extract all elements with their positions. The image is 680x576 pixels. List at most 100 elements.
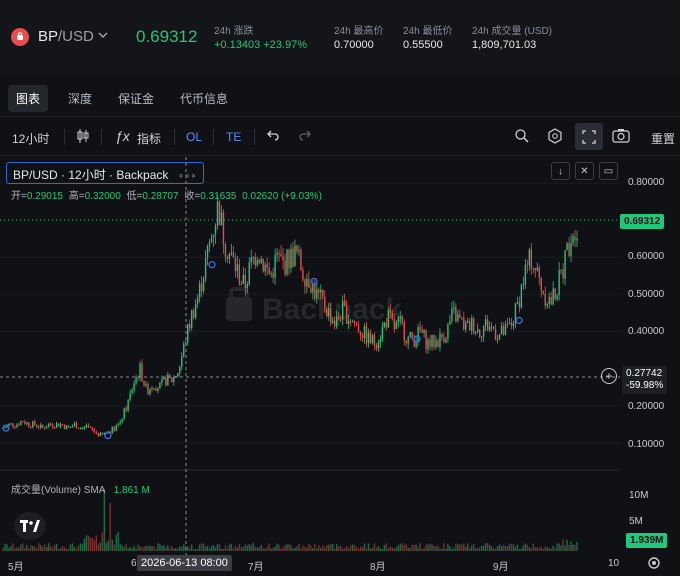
fullscreen-icon[interactable] (575, 123, 603, 150)
volume-bar (385, 543, 388, 551)
volume-bar (129, 546, 131, 551)
candle-body (111, 426, 113, 434)
volume-bar (206, 545, 209, 551)
candle-body (560, 269, 562, 271)
candle-body (24, 421, 26, 424)
volume-bar (544, 546, 546, 551)
candle-body (276, 253, 278, 256)
candle-body (216, 201, 219, 226)
volume-bar (387, 548, 390, 551)
volume-bar (274, 546, 276, 551)
maximize-pane-icon[interactable]: ▭ (599, 162, 618, 180)
candle-body (314, 283, 316, 299)
candle-body (477, 329, 479, 332)
chart-legend-title[interactable]: BP/USD · 12小时 · Backpack ∘∘∘ (6, 162, 204, 184)
candle-body (445, 338, 447, 343)
interval-selector[interactable]: 12小时 (12, 130, 49, 147)
volume-bar (415, 544, 417, 551)
scroll-down-icon[interactable]: ↓ (551, 162, 570, 180)
te-button[interactable]: TE (226, 130, 241, 144)
candle-body (12, 423, 14, 427)
volume-bar (71, 543, 74, 551)
reset-button[interactable]: 重置 (651, 130, 675, 147)
add-alert-icon[interactable]: + (601, 368, 617, 384)
volume-bar (218, 544, 221, 551)
candle-body (389, 310, 391, 313)
candle-body (234, 257, 237, 272)
chevron-down-icon[interactable] (97, 29, 109, 44)
event-marker-icon (2, 424, 10, 432)
tab-chart[interactable]: 图表 (8, 85, 49, 112)
volume-bar (280, 548, 282, 551)
volume-bar (554, 548, 556, 551)
volume-bar (423, 548, 425, 551)
candle-body (165, 377, 167, 386)
candlestick-chart-svg[interactable]: Backpack (0, 157, 680, 576)
volume-bar (232, 548, 235, 551)
volume-bar (83, 538, 86, 551)
candle-body (214, 225, 217, 235)
volume-bar (371, 547, 374, 551)
price-chart[interactable]: Backpack (0, 157, 680, 576)
candle-body (288, 249, 290, 269)
candle-body (91, 427, 94, 430)
volume-bar (526, 544, 529, 551)
candle-body (16, 424, 18, 427)
candle-body (425, 330, 427, 350)
volume-bar (97, 544, 100, 551)
stat-value-low: 0.55500 (403, 39, 443, 51)
volume-bar (127, 548, 129, 551)
collapse-icon[interactable]: ✕ (575, 162, 594, 180)
candle-body (14, 426, 16, 428)
volume-bar (145, 545, 147, 551)
camera-icon[interactable] (612, 128, 630, 146)
candle-body (200, 283, 203, 292)
candle-body (536, 267, 538, 271)
candle-body (574, 236, 576, 241)
volume-bar (550, 548, 552, 551)
volume-bar (393, 548, 395, 551)
axis-settings-icon[interactable] (647, 556, 661, 573)
settings-hex-icon[interactable] (547, 128, 563, 147)
function-icon[interactable]: ƒx (115, 128, 130, 144)
candle-body (475, 331, 477, 334)
ol-button[interactable]: OL (186, 130, 202, 144)
redo-icon[interactable] (298, 128, 312, 145)
candle-body (67, 425, 70, 428)
candle-body (429, 339, 431, 347)
indicators-button[interactable]: 指标 (137, 130, 161, 147)
candle-body (302, 269, 304, 280)
x-tick-label: 6 (131, 558, 137, 569)
candle-body (224, 244, 227, 258)
volume-bar (246, 545, 248, 551)
candle-body (264, 264, 266, 272)
volume-bar (238, 544, 241, 551)
volume-bar (117, 531, 119, 551)
pair-selector[interactable]: BP/USD (38, 28, 94, 45)
volume-bar (447, 544, 449, 551)
candlestick-icon[interactable] (76, 128, 90, 147)
volume-bar (500, 546, 503, 551)
undo-icon[interactable] (266, 128, 280, 145)
candle-body (365, 326, 368, 344)
volume-bar (443, 543, 445, 551)
volume-bar (169, 548, 171, 551)
candle-body (49, 423, 52, 425)
zoom-icon[interactable] (514, 128, 530, 147)
tab-token-info[interactable]: 代币信息 (172, 85, 236, 112)
candle-body (339, 318, 342, 320)
candle-body (36, 424, 38, 427)
candle-body (480, 336, 483, 338)
volume-bar (300, 548, 302, 551)
more-icon[interactable]: ∘∘∘ (178, 171, 197, 182)
tab-depth[interactable]: 深度 (60, 85, 100, 112)
tab-margin[interactable]: 保证金 (110, 85, 162, 112)
volume-last-tag: 1.939M (626, 533, 668, 548)
volume-bar (173, 548, 175, 551)
candle-body (139, 363, 141, 378)
volume-bar (566, 539, 568, 551)
tradingview-logo-icon[interactable] (14, 512, 46, 540)
volume-bar (242, 547, 245, 551)
candle-body (274, 255, 276, 278)
volume-bar (179, 546, 181, 551)
